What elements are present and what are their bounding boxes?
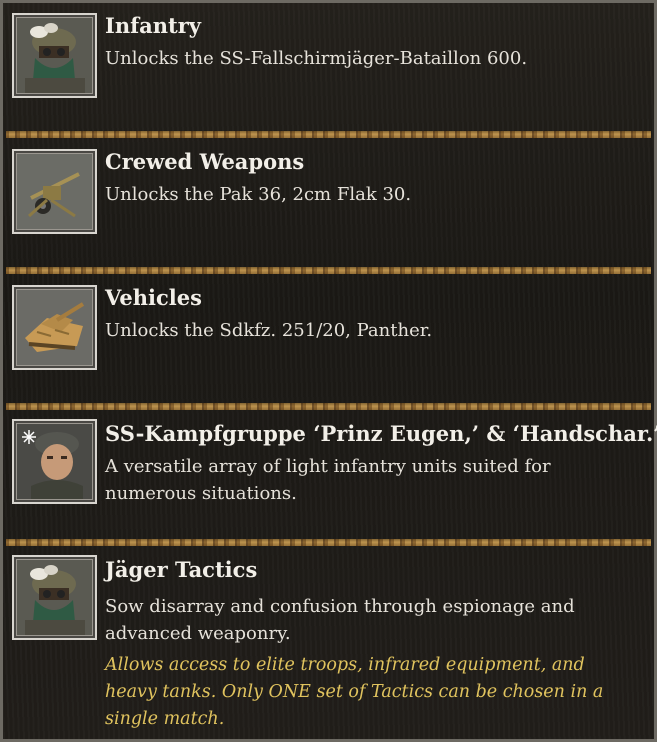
entry-jager-tactics[interactable]: Jäger Tactics Sow disarray and confusion… bbox=[3, 547, 654, 742]
camo-soldier-icon bbox=[12, 555, 97, 640]
entry-kampfgruppe[interactable]: SS-Kampfgruppe ‘Prinz Eugen,’ & ‘Handsch… bbox=[3, 411, 657, 541]
entry-title: Vehicles bbox=[105, 285, 202, 310]
entry-description: Unlocks the Sdkfz. 251/20, Panther. bbox=[105, 320, 433, 341]
entry-crewed-weapons[interactable]: Crewed Weapons Unlocks the Pak 36, 2cm F… bbox=[3, 139, 654, 269]
entry-infantry[interactable]: Infantry Unlocks the SS-Fallschirmjäger-… bbox=[3, 3, 654, 133]
divider bbox=[6, 267, 651, 274]
tank-icon bbox=[12, 285, 97, 370]
divider bbox=[6, 539, 651, 546]
entry-description: A versatile array of light infantry unit… bbox=[105, 456, 551, 504]
entry-vehicles[interactable]: Vehicles Unlocks the Sdkfz. 251/20, Pant… bbox=[3, 275, 654, 405]
entry-title: Infantry bbox=[105, 13, 201, 38]
entry-title: Crewed Weapons bbox=[105, 149, 305, 174]
entry-description: Sow disarray and confusion through espio… bbox=[105, 596, 575, 644]
entry-description: Unlocks the SS-Fallschirmjäger-Bataillon… bbox=[105, 48, 528, 69]
divider bbox=[6, 403, 651, 410]
entry-title: Jäger Tactics bbox=[105, 557, 258, 582]
divider bbox=[6, 131, 651, 138]
camo-soldier-icon bbox=[12, 13, 97, 98]
faction-unlock-panel: Infantry Unlocks the SS-Fallschirmjäger-… bbox=[0, 0, 657, 742]
entry-title: SS-Kampfgruppe ‘Prinz Eugen,’ & ‘Handsch… bbox=[105, 421, 657, 446]
snowflake-soldier-icon bbox=[12, 419, 97, 504]
tactics-note: Allows access to elite troops, infrared … bbox=[105, 655, 604, 729]
anti-tank-gun-icon bbox=[12, 149, 97, 234]
entry-description: Unlocks the Pak 36, 2cm Flak 30. bbox=[105, 184, 412, 205]
